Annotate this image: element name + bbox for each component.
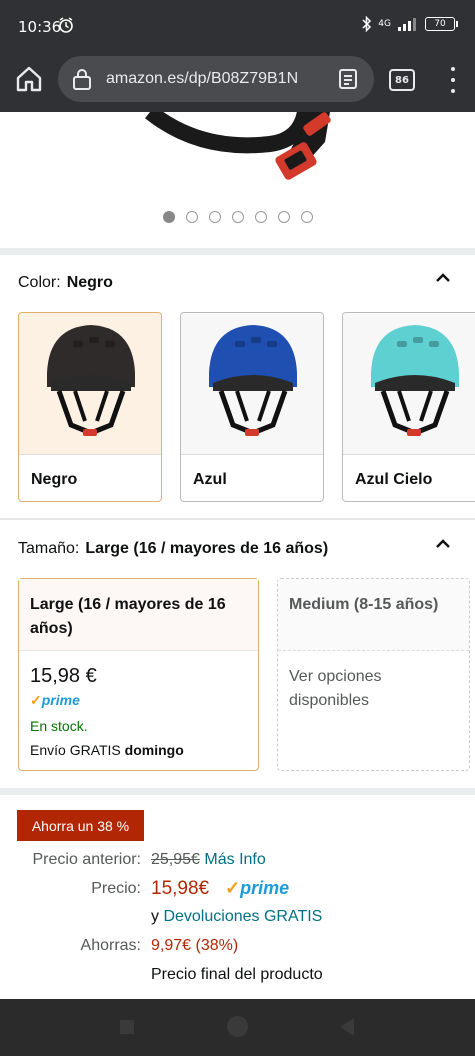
- prime-badge: ✓prime: [225, 878, 290, 898]
- home-icon[interactable]: [14, 64, 44, 94]
- battery-icon: 70: [425, 17, 458, 31]
- image-carousel-dots: [0, 211, 475, 223]
- tab-count: 86: [395, 74, 409, 86]
- helmet-strap-image: [145, 112, 331, 180]
- free-returns-link[interactable]: Devoluciones GRATIS: [163, 908, 322, 925]
- battery-level: 70: [434, 19, 446, 29]
- size-selected: Large (16 / mayores de 16 años): [85, 540, 329, 557]
- color-row: Color: Negro: [18, 274, 113, 292]
- carousel-dot[interactable]: [231, 211, 244, 223]
- system-nav-bar: [0, 999, 475, 1056]
- overflow-menu-icon[interactable]: [449, 67, 457, 93]
- lock-icon[interactable]: [72, 68, 92, 90]
- carousel-dot[interactable]: [277, 211, 290, 223]
- size-option-note: Ver opciones disponibles: [289, 668, 382, 709]
- color-option-label: Negro: [31, 471, 78, 488]
- url-text[interactable]: amazon.es/dp/B08Z79B1N: [106, 70, 334, 88]
- status-time: 10:36: [18, 18, 62, 36]
- size-option-large[interactable]: Large (16 / mayores de 16 años) 15,98 € …: [18, 578, 259, 771]
- savings-value: 9,97€ (38%): [151, 937, 239, 954]
- browser-toolbar: amazon.es/dp/B08Z79B1N 86: [0, 48, 475, 112]
- address-bar[interactable]: amazon.es/dp/B08Z79B1N: [58, 56, 374, 102]
- helmet-image: [343, 313, 475, 455]
- helmet-image: [19, 313, 161, 455]
- previous-price-row: 25,95€ Más Info: [151, 851, 266, 869]
- prime-badge: ✓prime: [30, 692, 80, 708]
- size-label: Tamaño:: [18, 540, 80, 557]
- size-option-medium[interactable]: Medium (8-15 años) Ver opciones disponib…: [277, 578, 470, 771]
- color-selected: Negro: [66, 274, 113, 291]
- home-button[interactable]: [227, 1016, 248, 1037]
- network-type: 4G: [378, 19, 391, 29]
- recents-button[interactable]: [120, 1020, 134, 1034]
- returns-row: y Devoluciones GRATIS: [151, 908, 323, 925]
- prime-check-icon: ✓: [30, 692, 42, 708]
- carousel-dot[interactable]: [185, 211, 198, 223]
- color-option[interactable]: Negro: [18, 312, 162, 502]
- prime-check-icon: ✓: [225, 878, 241, 898]
- signal-icon: [398, 18, 416, 31]
- color-option-label: Azul Cielo: [355, 471, 433, 488]
- size-row: Tamaño: Large (16 / mayores de 16 años): [18, 540, 328, 558]
- carousel-dot[interactable]: [208, 211, 221, 223]
- carousel-dot[interactable]: [300, 211, 313, 223]
- status-bar: 10:36 4G 70: [0, 0, 475, 48]
- more-info-link[interactable]: Más Info: [204, 851, 265, 868]
- tab-switcher-button[interactable]: 86: [389, 69, 415, 91]
- color-option-label: Azul: [193, 471, 227, 488]
- stock-status: En stock.: [30, 718, 88, 734]
- savings-badge: Ahorra un 38 %: [17, 810, 144, 841]
- helmet-image: [181, 313, 323, 455]
- divider: [0, 248, 475, 255]
- reader-mode-icon[interactable]: [338, 68, 358, 90]
- price-row: 15,98€: [151, 878, 209, 900]
- carousel-dot[interactable]: [162, 211, 175, 223]
- final-price-note: Precio final del producto: [151, 966, 323, 983]
- size-option-title: Large (16 / mayores de 16 años): [30, 596, 226, 637]
- carousel-dot[interactable]: [254, 211, 267, 223]
- back-button[interactable]: [340, 1018, 354, 1036]
- color-option[interactable]: Azul: [180, 312, 324, 502]
- bluetooth-icon: [362, 16, 372, 32]
- divider: [0, 788, 475, 795]
- collapse-size-icon[interactable]: [435, 538, 451, 548]
- current-price: 15,98€: [151, 878, 210, 899]
- collapse-color-icon[interactable]: [435, 272, 451, 282]
- size-option-title: Medium (8-15 años): [289, 596, 439, 613]
- alarm-icon: [59, 17, 73, 33]
- color-option[interactable]: Azul Cielo: [342, 312, 475, 502]
- previous-price: 25,95€: [151, 851, 200, 868]
- divider: [0, 518, 475, 520]
- size-option-price: 15,98 €: [30, 665, 97, 687]
- price-label: Precio:: [91, 880, 141, 897]
- previous-price-label: Precio anterior:: [32, 851, 142, 868]
- color-label: Color:: [18, 274, 61, 291]
- product-image[interactable]: [0, 112, 475, 248]
- shipping-info: Envío GRATIS domingo: [30, 742, 184, 758]
- savings-label: Ahorras:: [80, 937, 141, 954]
